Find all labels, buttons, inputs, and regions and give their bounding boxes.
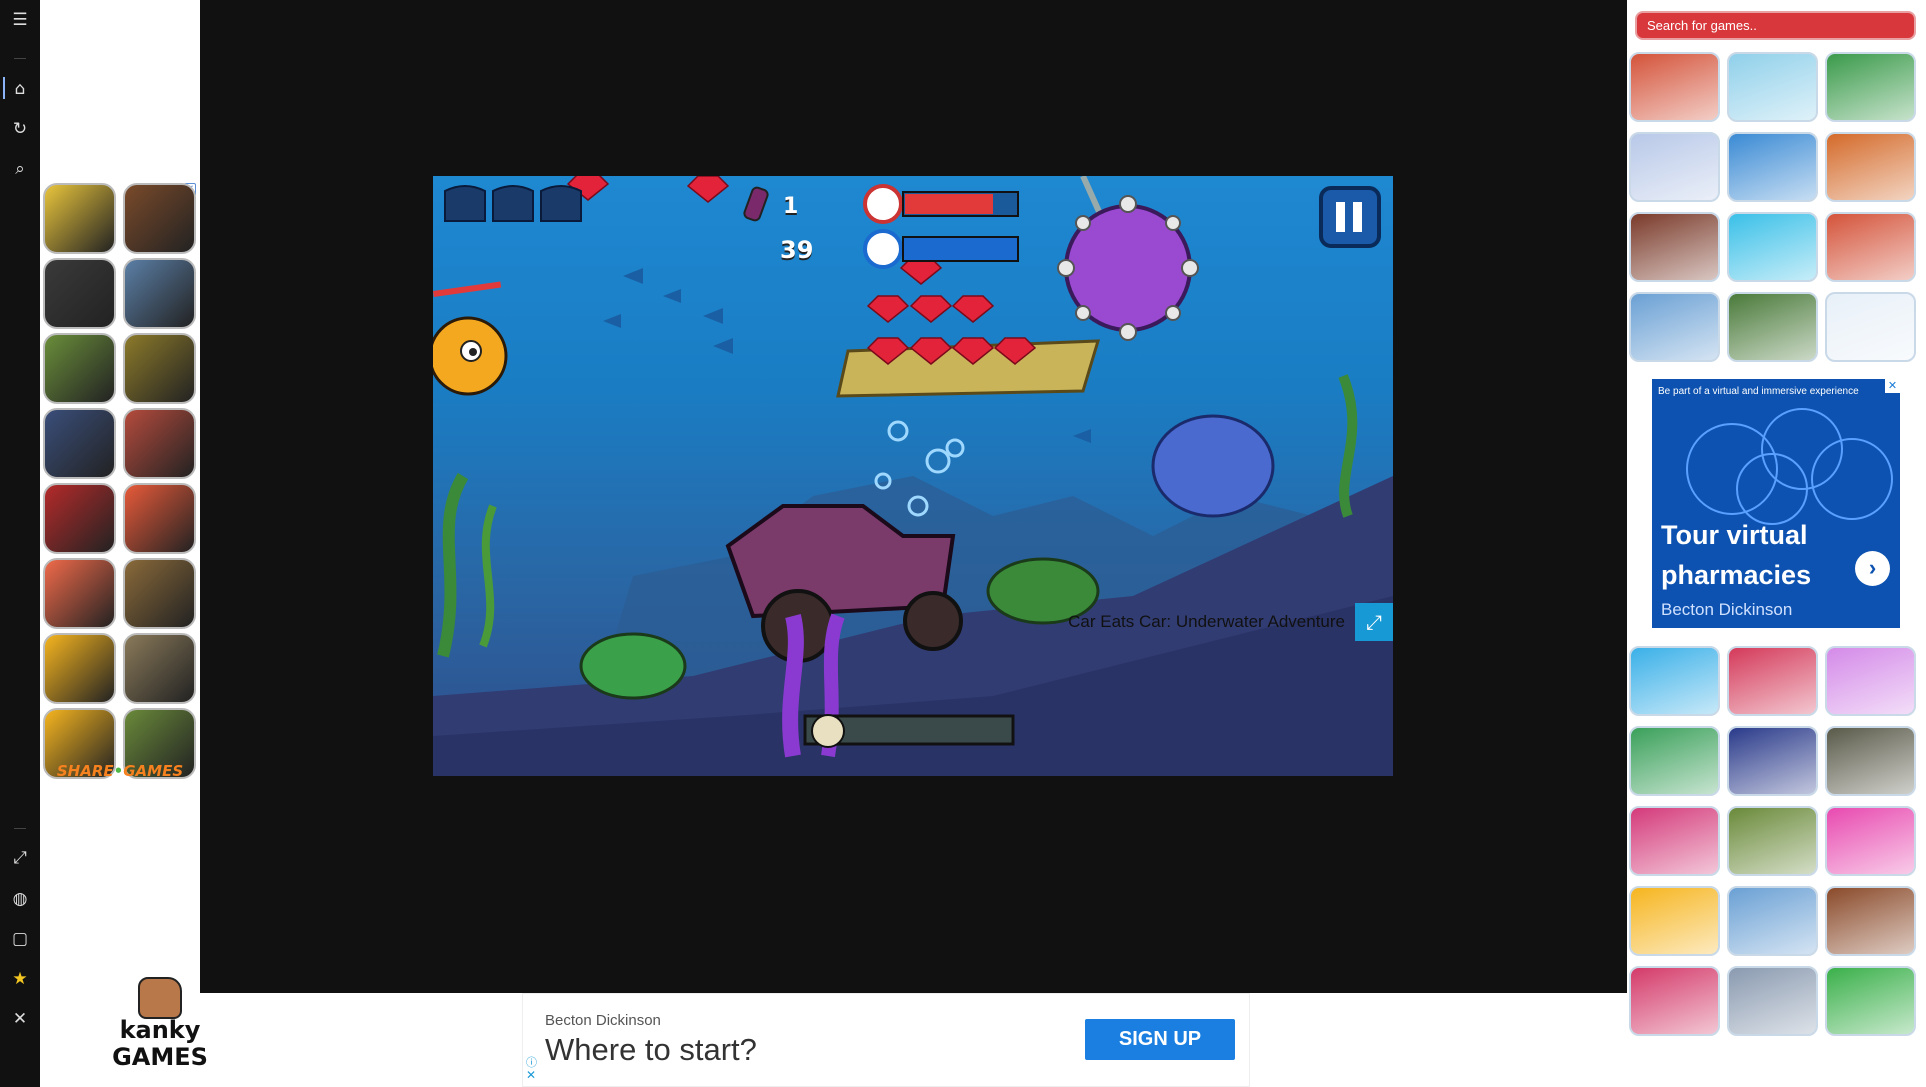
- home-icon[interactable]: ⌂: [0, 69, 40, 109]
- ad-brand: Becton Dickinson: [1661, 600, 1793, 619]
- fullscreen-button[interactable]: ⤢: [1355, 603, 1393, 641]
- left-ad-column: i ✕ SHARE•GAMES kankyGAMES: [40, 0, 208, 1087]
- sniper-tile[interactable]: [123, 558, 196, 629]
- toolbar-divider: [14, 828, 26, 829]
- bag-icon[interactable]: ▢: [0, 919, 40, 959]
- baby-tile[interactable]: [123, 483, 196, 554]
- dress-up-tile[interactable]: [1727, 646, 1818, 716]
- expand-icon[interactable]: ⤢: [0, 838, 40, 878]
- chicken-egg-tile[interactable]: [1629, 886, 1720, 956]
- plane-tile[interactable]: [1629, 292, 1720, 362]
- history-icon[interactable]: ↻: [0, 109, 40, 149]
- left-toolbar: ☰ ⌂ ↻ ⌕ ⤢ ◍ ▢ ★ ✕: [0, 0, 40, 1087]
- fairy-tile[interactable]: [1629, 132, 1720, 202]
- logo-mascot: [138, 977, 182, 1019]
- candy-tile[interactable]: [1825, 132, 1916, 202]
- sign-up-button[interactable]: SIGN UP: [1085, 1019, 1235, 1060]
- buggy-skate-tile[interactable]: [1727, 52, 1818, 122]
- close-icon[interactable]: ✕: [0, 999, 40, 1039]
- fortnite-tile[interactable]: [43, 408, 116, 479]
- ad-close-icon[interactable]: ✕: [526, 1068, 536, 1082]
- bottom-banner-ad[interactable]: Becton Dickinson Where to start? SIGN UP…: [522, 993, 1250, 1087]
- spinner-tile[interactable]: [43, 483, 116, 554]
- island-tile[interactable]: [1629, 646, 1720, 716]
- squid-tile[interactable]: [1629, 806, 1720, 876]
- granny-tile[interactable]: [43, 258, 116, 329]
- subway-surfers-tile[interactable]: [43, 183, 116, 254]
- toolbar-divider: [14, 58, 26, 59]
- right-sidebar: Search for games.. Be part of a virtual …: [1627, 0, 1926, 1087]
- fruit-tile[interactable]: [1629, 966, 1720, 1036]
- brawl-tile[interactable]: [43, 633, 116, 704]
- red-ball-tile[interactable]: [1825, 966, 1916, 1036]
- pink-tile[interactable]: [1825, 806, 1916, 876]
- gem-count: 39: [780, 236, 814, 264]
- kanky-games-logo[interactable]: kanky GAMES: [110, 977, 210, 1075]
- wood-puzzle-tile[interactable]: [1825, 886, 1916, 956]
- gta-tile[interactable]: [123, 633, 196, 704]
- logo-text: kanky GAMES: [112, 1016, 208, 1071]
- scary-teacher-tile[interactable]: [123, 408, 196, 479]
- soccer-tile[interactable]: [1727, 212, 1818, 282]
- ad-close-icon[interactable]: ✕: [1885, 379, 1900, 393]
- poop-tile[interactable]: [1825, 646, 1916, 716]
- ammo-count: 1: [783, 194, 799, 219]
- pubg-tile[interactable]: [123, 258, 196, 329]
- share-games-brand[interactable]: SHARE•GAMES: [40, 762, 200, 782]
- ad-next-icon[interactable]: ›: [1855, 551, 1890, 586]
- menu-icon[interactable]: ☰: [0, 0, 40, 40]
- pac-chef-tile[interactable]: [1727, 726, 1818, 796]
- game-stage: 1 39 Car Eats Car: Underwater Adventure …: [200, 0, 1627, 993]
- truck-tile[interactable]: [1727, 886, 1818, 956]
- minecraft-tile[interactable]: [43, 333, 116, 404]
- fnaf-tile[interactable]: [123, 183, 196, 254]
- banner-brand: Becton Dickinson: [545, 1012, 661, 1029]
- war-tile[interactable]: [1727, 806, 1818, 876]
- fullscreen-icon: ⤢: [1366, 610, 1382, 634]
- game-canvas[interactable]: 1 39: [433, 176, 1393, 776]
- brawler-tile[interactable]: [1825, 212, 1916, 282]
- nonogram-tile[interactable]: [1825, 292, 1916, 362]
- ad-headline: Tour virtual pharmacies: [1661, 520, 1812, 590]
- pharmacy-ad[interactable]: Be part of a virtual and immersive exper…: [1652, 379, 1900, 628]
- search-icon[interactable]: ⌕: [0, 149, 40, 189]
- banner-headline: Where to start?: [545, 1032, 757, 1067]
- viking-tile[interactable]: [1727, 966, 1818, 1036]
- game-scene: [433, 176, 1393, 776]
- pixel-fighter-tile[interactable]: [1629, 212, 1720, 282]
- temple-run-tile[interactable]: [123, 333, 196, 404]
- star-icon[interactable]: ★: [0, 959, 40, 999]
- mouth-tile[interactable]: [43, 558, 116, 629]
- search-input[interactable]: Search for games..: [1635, 11, 1916, 40]
- ad-tagline: Be part of a virtual and immersive exper…: [1658, 386, 1859, 397]
- runner-tile[interactable]: [1727, 132, 1818, 202]
- maze-tile[interactable]: [1825, 726, 1916, 796]
- pause-button[interactable]: [1321, 188, 1379, 246]
- block-tower-tile[interactable]: [1825, 52, 1916, 122]
- globe-icon[interactable]: ◍: [0, 879, 40, 919]
- game-title: Car Eats Car: Underwater Adventure: [1068, 612, 1345, 631]
- zombie-tile[interactable]: [1727, 292, 1818, 362]
- 2048-tile[interactable]: [1629, 726, 1720, 796]
- blocky-roads-tile[interactable]: [1629, 52, 1720, 122]
